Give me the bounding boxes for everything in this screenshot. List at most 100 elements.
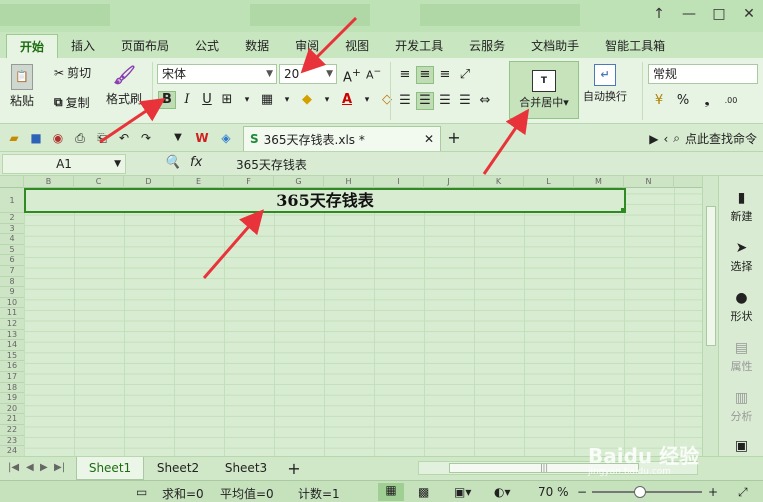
row-header[interactable]: 14 bbox=[0, 340, 24, 351]
paste-button[interactable]: 📋 粘贴 bbox=[10, 64, 34, 109]
row-header[interactable]: 3 bbox=[0, 223, 24, 235]
wrap-text-button[interactable]: ↵ 自动换行 bbox=[583, 64, 627, 104]
row-header[interactable]: 22 bbox=[0, 425, 24, 436]
zoom-in-icon[interactable]: + bbox=[708, 485, 718, 499]
tab-view[interactable]: 视图 bbox=[332, 34, 382, 58]
next-sheet-icon[interactable]: ▶ bbox=[40, 462, 48, 473]
zoom-slider[interactable] bbox=[592, 486, 702, 498]
row-header[interactable]: 1 bbox=[0, 188, 24, 213]
document-tab[interactable]: S 365天存钱表.xls * ✕ bbox=[243, 126, 441, 151]
row-header[interactable]: 11 bbox=[0, 308, 24, 319]
row-header[interactable]: 10 bbox=[0, 297, 24, 309]
column-header[interactable]: L bbox=[524, 176, 574, 188]
wps-logo-icon[interactable]: W bbox=[194, 130, 210, 146]
align-left-icon[interactable]: ☰ bbox=[396, 92, 414, 110]
fullscreen-icon[interactable]: ⤢ bbox=[738, 485, 748, 500]
pdf-export-icon[interactable]: ◉ bbox=[50, 130, 66, 146]
align-right-icon[interactable]: ☰ bbox=[436, 92, 454, 110]
sheet-tab-2[interactable]: Sheet2 bbox=[144, 457, 212, 480]
align-middle-icon[interactable]: ≡ bbox=[416, 66, 434, 84]
row-header[interactable]: 15 bbox=[0, 350, 24, 362]
align-bottom-icon[interactable]: ≡ bbox=[436, 66, 454, 84]
vertical-scroll-thumb[interactable] bbox=[706, 206, 716, 346]
print-preview-icon[interactable]: ⎗ bbox=[94, 130, 110, 146]
cell-area[interactable] bbox=[24, 188, 718, 456]
decimal-button[interactable]: .00 bbox=[722, 92, 740, 110]
first-sheet-icon[interactable]: |◀ bbox=[8, 462, 19, 473]
chevron-down-icon[interactable]: ▾ bbox=[318, 91, 336, 109]
cell-border-icon[interactable]: ▦ bbox=[258, 91, 276, 109]
chevron-down-icon[interactable]: ▼ bbox=[170, 130, 186, 146]
currency-icon[interactable]: ¥ bbox=[650, 92, 668, 110]
tab-doc-assistant[interactable]: 文档助手 bbox=[518, 34, 592, 58]
row-header[interactable]: 9 bbox=[0, 287, 24, 298]
tab-formulas[interactable]: 公式 bbox=[182, 34, 232, 58]
row-header[interactable]: 18 bbox=[0, 382, 24, 394]
column-header[interactable]: F bbox=[224, 176, 274, 188]
border-icon[interactable]: ⊞ bbox=[218, 91, 236, 109]
row-header[interactable]: 8 bbox=[0, 276, 24, 288]
row-header[interactable]: 16 bbox=[0, 361, 24, 372]
chevron-down-icon[interactable]: ▾ bbox=[278, 91, 296, 109]
column-header[interactable]: E bbox=[174, 176, 224, 188]
column-header[interactable]: H bbox=[324, 176, 374, 188]
vertical-scrollbar[interactable] bbox=[702, 176, 718, 456]
maximize-button[interactable]: □ bbox=[711, 6, 727, 22]
orientation-icon[interactable]: ⤢ bbox=[456, 66, 474, 84]
status-doc-icon[interactable]: ▭ bbox=[136, 485, 147, 499]
copy-button[interactable]: ⧉ 复制 bbox=[54, 94, 90, 111]
align-top-icon[interactable]: ≡ bbox=[396, 66, 414, 84]
tab-smart-toolbox[interactable]: 智能工具箱 bbox=[592, 34, 678, 58]
row-header[interactable]: 7 bbox=[0, 266, 24, 277]
row-header[interactable]: 24 bbox=[0, 446, 24, 456]
cut-button[interactable]: ✂ 剪切 bbox=[54, 64, 91, 81]
column-header[interactable]: K bbox=[474, 176, 524, 188]
italic-button[interactable]: I bbox=[178, 91, 196, 109]
justify-icon[interactable]: ☰ bbox=[456, 92, 474, 110]
column-header[interactable]: M bbox=[574, 176, 624, 188]
tab-developer[interactable]: 开发工具 bbox=[382, 34, 456, 58]
bold-button[interactable]: B bbox=[158, 91, 176, 109]
font-size-select[interactable]: 20 ▼ bbox=[279, 64, 337, 84]
close-button[interactable]: ✕ bbox=[741, 6, 757, 22]
panel-properties[interactable]: ▤ 属性 bbox=[719, 340, 763, 374]
normal-view-icon[interactable]: ▦ bbox=[378, 483, 404, 501]
zoom-formula-icon[interactable]: 🔍 bbox=[164, 155, 180, 170]
sheet-tab-1[interactable]: Sheet1 bbox=[76, 457, 144, 480]
column-header[interactable]: B bbox=[24, 176, 74, 188]
column-header[interactable]: J bbox=[424, 176, 474, 188]
row-header[interactable]: 12 bbox=[0, 319, 24, 330]
open-folder-icon[interactable]: ▰ bbox=[6, 130, 22, 146]
spreadsheet-grid[interactable]: B C D E F G H I J K L M N 1 2 3 4 5 6 7 8 9 10 11 1… bbox=[0, 176, 718, 456]
cube-icon[interactable]: ◈ bbox=[218, 130, 234, 146]
new-tab-button[interactable]: + bbox=[446, 130, 462, 146]
tab-data[interactable]: 数据 bbox=[232, 34, 282, 58]
name-box[interactable]: A1 ▼ bbox=[2, 154, 126, 174]
row-header[interactable]: 4 bbox=[0, 234, 24, 245]
chevron-left-icon[interactable]: ‹ bbox=[663, 132, 668, 146]
row-header[interactable]: 13 bbox=[0, 329, 24, 341]
column-header[interactable]: I bbox=[374, 176, 424, 188]
column-header[interactable]: D bbox=[124, 176, 174, 188]
increase-font-button[interactable]: A+ bbox=[343, 66, 361, 85]
redo-icon[interactable]: ↷ bbox=[138, 130, 154, 146]
play-icon[interactable]: ▶ bbox=[649, 132, 658, 146]
align-center-icon[interactable]: ☰ bbox=[416, 92, 434, 110]
column-header[interactable]: G bbox=[274, 176, 324, 188]
fx-button[interactable]: fx bbox=[190, 155, 202, 170]
eye-protection-icon[interactable]: ◐▾ bbox=[494, 485, 511, 499]
panel-analyze[interactable]: ▥ 分析 bbox=[719, 390, 763, 424]
row-header[interactable]: 17 bbox=[0, 372, 24, 383]
row-header[interactable]: 2 bbox=[0, 213, 24, 224]
last-sheet-icon[interactable]: ▶| bbox=[54, 462, 65, 473]
restore-icon[interactable]: ↑ bbox=[651, 6, 667, 22]
page-layout-view-icon[interactable]: ▣▾ bbox=[454, 485, 471, 499]
format-painter-button[interactable]: 🖌 格式刷 bbox=[106, 64, 142, 107]
prev-sheet-icon[interactable]: ◀ bbox=[26, 462, 34, 473]
page-break-view-icon[interactable]: ▩ bbox=[418, 485, 429, 499]
clear-format-icon[interactable]: ◇ bbox=[378, 91, 396, 109]
close-icon[interactable]: ✕ bbox=[424, 132, 434, 146]
panel-shape[interactable]: ● 形状 bbox=[719, 290, 763, 324]
fill-color-icon[interactable]: ◆ bbox=[298, 91, 316, 109]
save-icon[interactable]: ■ bbox=[28, 130, 44, 146]
